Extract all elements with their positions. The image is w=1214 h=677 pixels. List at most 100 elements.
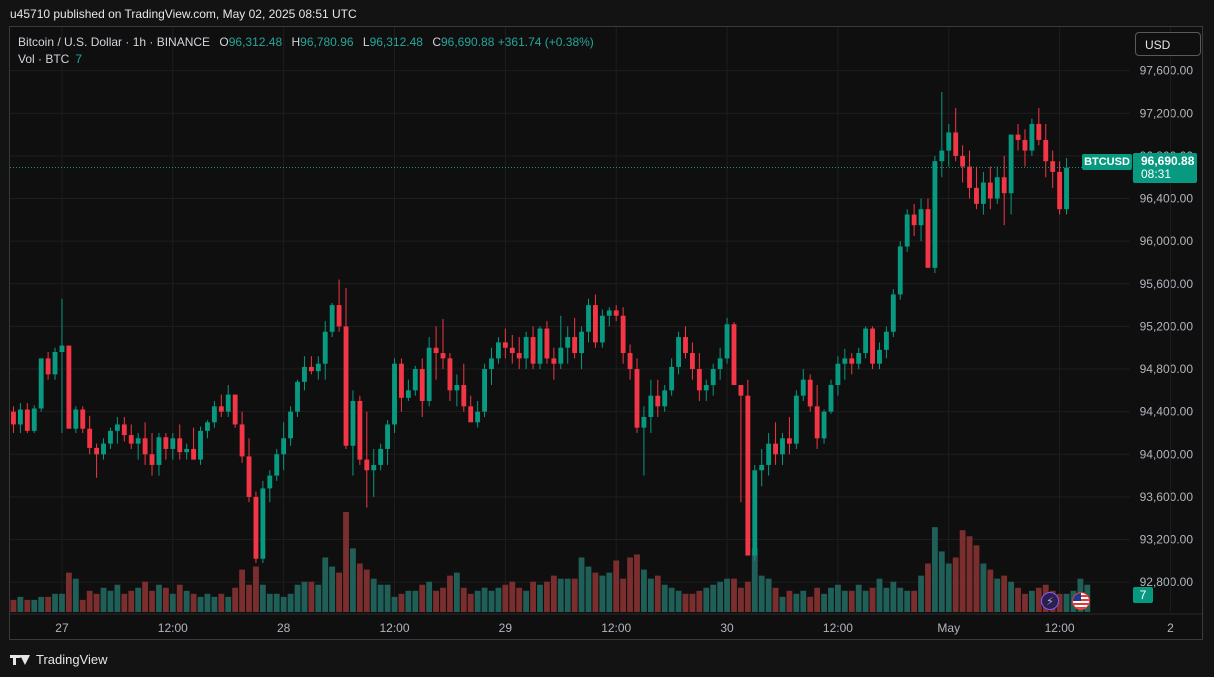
candle-body — [274, 454, 280, 476]
volume-bar — [578, 557, 585, 612]
x-tick-label: 12:00 — [601, 621, 631, 635]
volume-bar — [502, 584, 509, 612]
candle-body — [953, 132, 959, 156]
volume-bar — [585, 566, 592, 612]
candle-body — [759, 464, 765, 471]
x-tick-label: 30 — [720, 621, 734, 635]
candle-body — [433, 347, 439, 354]
x-tick-label: 12:00 — [379, 621, 409, 635]
volume-bar — [710, 584, 717, 612]
volume-bar — [301, 581, 308, 612]
candle-body — [447, 358, 453, 391]
ohlc-legend: Bitcoin / U.S. Dollar · 1h · BINANCE O96… — [18, 35, 594, 49]
candle-body — [128, 435, 134, 444]
us-flag-icon[interactable] — [1072, 592, 1090, 610]
volume-bar — [516, 587, 523, 612]
candle-body — [502, 342, 508, 348]
currency-button[interactable]: USD — [1135, 32, 1201, 56]
candle-body — [392, 363, 397, 425]
candle-body — [239, 424, 245, 457]
volume-bar — [641, 569, 647, 612]
candle-body — [890, 294, 896, 332]
candle-body — [45, 358, 51, 375]
candle-body — [766, 443, 772, 465]
volume-bar — [253, 566, 259, 612]
volume-bar — [114, 584, 121, 612]
volume-bar — [169, 593, 176, 612]
volume-bar — [481, 587, 488, 612]
candle-body — [911, 214, 917, 226]
volume-bar — [419, 584, 426, 612]
x-tick-label: 27 — [55, 621, 69, 635]
volume-bar — [467, 593, 474, 612]
volume-bar — [79, 599, 86, 612]
y-tick-label: 94,400.00 — [1140, 405, 1194, 419]
volume-bar — [537, 584, 543, 612]
candle-body — [1029, 123, 1035, 151]
candle-body — [586, 305, 591, 332]
candle-body — [17, 409, 23, 425]
candle-body — [267, 475, 273, 489]
lightning-icon[interactable]: ⚡ — [1041, 592, 1059, 610]
volume-bar — [121, 593, 128, 612]
volume-bar — [592, 572, 599, 612]
candle-body — [870, 328, 875, 364]
volume-bar — [973, 545, 980, 612]
candle-body — [689, 353, 695, 370]
volume-bar — [232, 587, 239, 612]
candle-body — [579, 331, 584, 354]
x-tick-label: 2 — [1167, 621, 1174, 635]
volume-bar — [59, 593, 65, 612]
volume-bar — [183, 590, 190, 612]
candle-body — [793, 395, 799, 444]
candle-body — [883, 331, 889, 350]
candle-body — [87, 428, 93, 448]
candle-body — [322, 331, 328, 364]
tradingview-footer[interactable]: TradingView — [10, 652, 108, 667]
candle-body — [135, 438, 141, 444]
candle-body — [897, 246, 903, 295]
volume-bar — [779, 596, 786, 612]
candle-body — [669, 366, 675, 391]
volume-bar — [620, 578, 627, 612]
volume-bar — [1063, 593, 1070, 612]
candle-body — [877, 349, 882, 364]
candle-body — [156, 437, 162, 465]
volume-bar — [107, 590, 114, 612]
volume-bar — [86, 590, 93, 612]
open-value: 96,312.48 — [228, 35, 283, 49]
candle-body — [336, 305, 342, 327]
volume-bar — [1015, 587, 1021, 612]
candle-body — [676, 337, 681, 367]
volume-bar — [800, 590, 807, 612]
volume-label[interactable]: Vol · BTC — [18, 52, 69, 66]
candle-body — [357, 401, 363, 460]
volume-bar — [627, 557, 633, 612]
y-tick-label: 97,600.00 — [1140, 64, 1194, 78]
candle-body — [551, 358, 557, 364]
candle-body — [530, 337, 536, 364]
volume-bar — [530, 581, 536, 612]
volume-bar — [786, 590, 793, 612]
volume-bar — [52, 593, 58, 612]
y-tick-label: 94,000.00 — [1140, 447, 1194, 461]
candle-body — [38, 358, 44, 409]
volume-bar — [474, 590, 481, 612]
volume-bar — [156, 584, 162, 612]
volume-bar — [176, 584, 183, 612]
candle-body — [516, 353, 522, 359]
volume-bar — [523, 590, 530, 612]
volume-bar — [668, 587, 675, 612]
symbol-title[interactable]: Bitcoin / U.S. Dollar · 1h · BINANCE — [18, 35, 210, 49]
volume-bar — [599, 575, 606, 612]
volume-bar — [994, 578, 1001, 612]
candle-body — [211, 406, 217, 423]
candle-body — [163, 437, 169, 449]
volume-bar — [987, 569, 994, 612]
candle-body — [31, 408, 37, 431]
candle-body — [655, 395, 661, 407]
price-chart[interactable]: 97,600.0097,200.0096,800.0096,400.0096,0… — [0, 0, 1214, 677]
volume-bar — [883, 587, 890, 612]
candle-body — [302, 366, 307, 382]
volume-bar — [398, 593, 405, 612]
